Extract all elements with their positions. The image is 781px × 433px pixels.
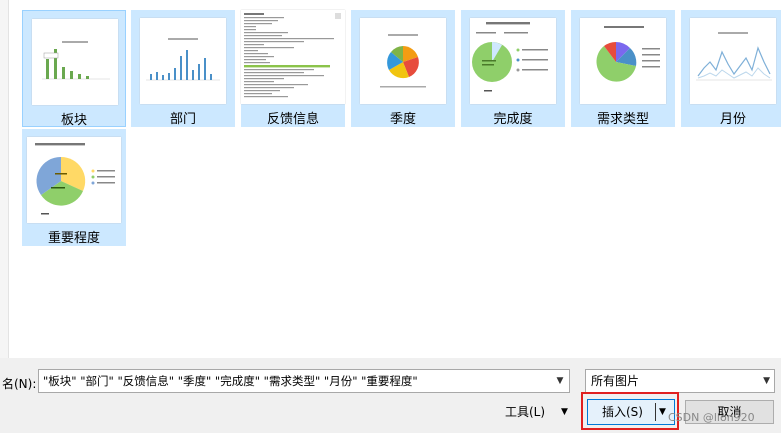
file-label: 反馈信息 [266, 112, 319, 127]
tools-button[interactable]: 工具(L) ▼ [497, 400, 579, 424]
thumbnail-bar-chart [32, 19, 118, 105]
chevron-down-icon: ▼ [763, 376, 770, 386]
file-tile-zhongyaochengdu[interactable]: 重要程度 [22, 129, 126, 246]
split-divider [655, 403, 656, 421]
file-tile-fankuixinxi[interactable]: 反馈信息 [241, 10, 345, 127]
thumbnail-pie-chart [470, 18, 556, 104]
file-label: 部门 [169, 112, 196, 127]
file-tile-bumen[interactable]: 部门 [131, 10, 235, 127]
file-tile-bankuai[interactable]: 板块 [22, 10, 126, 128]
file-label: 月份 [719, 112, 746, 127]
file-pane: 板块 部门 反馈信息 季度 完成度 需求类型 月份 重要程度 [0, 0, 781, 358]
filetype-select[interactable]: 所有图片 ▼ [585, 369, 775, 393]
thumbnail-pie-chart [580, 18, 666, 104]
file-label: 板块 [60, 113, 87, 128]
split-arrow-icon[interactable]: ▼ [659, 400, 666, 424]
insert-label: 插入(S) [602, 405, 643, 419]
file-tile-jidu[interactable]: 季度 [351, 10, 455, 127]
file-tile-yuefen[interactable]: 月份 [681, 10, 781, 127]
thumbnail-column-chart [140, 18, 226, 104]
file-label: 完成度 [493, 112, 533, 127]
file-tile-xuqiuleixing[interactable]: 需求类型 [571, 10, 675, 127]
tools-label: 工具(L) [505, 405, 546, 419]
thumbnail-line-chart [690, 18, 776, 104]
left-scroll-strip [0, 0, 9, 358]
file-label: 季度 [389, 112, 416, 127]
chevron-down-icon[interactable]: ▼ [551, 370, 569, 392]
file-label: 需求类型 [596, 112, 649, 127]
file-label: 重要程度 [47, 231, 100, 246]
filetype-value: 所有图片 [591, 374, 640, 388]
thumbnail-pie-chart [360, 18, 446, 104]
insert-button[interactable]: 插入(S) ▼ [587, 399, 675, 425]
filename-label: 名(N): [2, 377, 37, 391]
thumbnail-pie-chart [27, 137, 121, 223]
filename-value: "板块" "部门" "反馈信息" "季度" "完成度" "需求类型" "月份" … [43, 374, 418, 388]
file-tile-wanchengdu[interactable]: 完成度 [461, 10, 565, 127]
watermark-text: CSDN @lion920 [668, 411, 755, 424]
chevron-down-icon: ▼ [561, 407, 568, 417]
filename-input[interactable]: "板块" "部门" "反馈信息" "季度" "完成度" "需求类型" "月份" … [38, 369, 570, 393]
thumbnail-text-list [241, 10, 345, 104]
